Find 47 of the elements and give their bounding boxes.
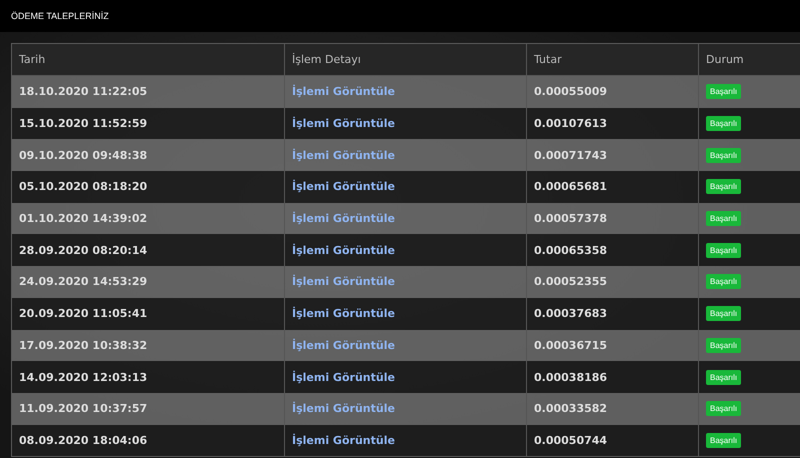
status-badge: Başarılı xyxy=(706,84,742,100)
status-badge: Başarılı xyxy=(706,338,742,353)
date-text: 14.09.2020 12:03:13 xyxy=(19,370,148,384)
amount-text: 0.00038186 xyxy=(534,370,608,384)
date-text: 24.09.2020 14:53:29 xyxy=(19,275,148,288)
amount-text: 0.00055009 xyxy=(534,85,608,98)
page-title: ÖDEME TALEPLERİNİZ xyxy=(11,11,109,21)
view-transaction-link[interactable]: İşlemi Görüntüle xyxy=(292,180,395,194)
status-badge: Başarılı xyxy=(706,179,742,194)
amount-text: 0.00050744 xyxy=(534,434,608,447)
view-transaction-link[interactable]: İşlemi Görüntüle xyxy=(292,370,395,384)
column-header: Durum xyxy=(698,44,800,76)
date-text: 17.09.2020 10:38:32 xyxy=(19,338,148,352)
status-badge: Başarılı xyxy=(706,432,742,448)
date-text: 09.10.2020 09:48:38 xyxy=(19,148,148,162)
status-badge: Başarılı xyxy=(706,370,742,385)
amount-text: 0.00107613 xyxy=(534,117,608,130)
column-header: Tarih xyxy=(12,44,284,76)
status-badge: Başarılı xyxy=(706,116,742,132)
amount-text: 0.00036715 xyxy=(534,338,608,352)
amount-text: 0.00037683 xyxy=(534,307,608,320)
status-badge: Başarılı xyxy=(706,211,742,226)
status-badge: Başarılı xyxy=(706,274,742,290)
date-text: 15.10.2020 11:52:59 xyxy=(19,117,148,130)
view-transaction-link[interactable]: İşlemi Görüntüle xyxy=(292,307,395,320)
amount-text: 0.00065681 xyxy=(534,180,608,194)
amount-text: 0.00065358 xyxy=(534,244,608,257)
view-transaction-link[interactable]: İşlemi Görüntüle xyxy=(292,434,395,447)
view-transaction-link[interactable]: İşlemi Görüntüle xyxy=(292,117,395,130)
date-text: 28.09.2020 08:20:14 xyxy=(19,244,148,257)
amount-text: 0.00033582 xyxy=(534,402,608,416)
amount-text: 0.00052355 xyxy=(534,275,608,288)
amount-text: 0.00071743 xyxy=(534,148,608,162)
date-text: 11.09.2020 10:37:57 xyxy=(19,402,148,416)
date-text: 08.09.2020 18:04:06 xyxy=(19,434,148,447)
amount-text: 0.00057378 xyxy=(534,212,608,226)
status-badge: Başarılı xyxy=(706,242,742,258)
status-badge: Başarılı xyxy=(706,401,742,416)
view-transaction-link[interactable]: İşlemi Görüntüle xyxy=(292,244,395,257)
status-badge: Başarılı xyxy=(706,306,742,322)
date-text: 20.09.2020 11:05:41 xyxy=(19,307,148,320)
date-text: 18.10.2020 11:22:05 xyxy=(19,85,148,98)
date-text: 05.10.2020 08:18:20 xyxy=(19,180,148,194)
column-header: Tutar xyxy=(526,44,698,76)
column-header: İşlem Detayı xyxy=(284,44,526,76)
date-text: 01.10.2020 14:39:02 xyxy=(19,212,148,226)
status-badge: Başarılı xyxy=(706,148,742,163)
